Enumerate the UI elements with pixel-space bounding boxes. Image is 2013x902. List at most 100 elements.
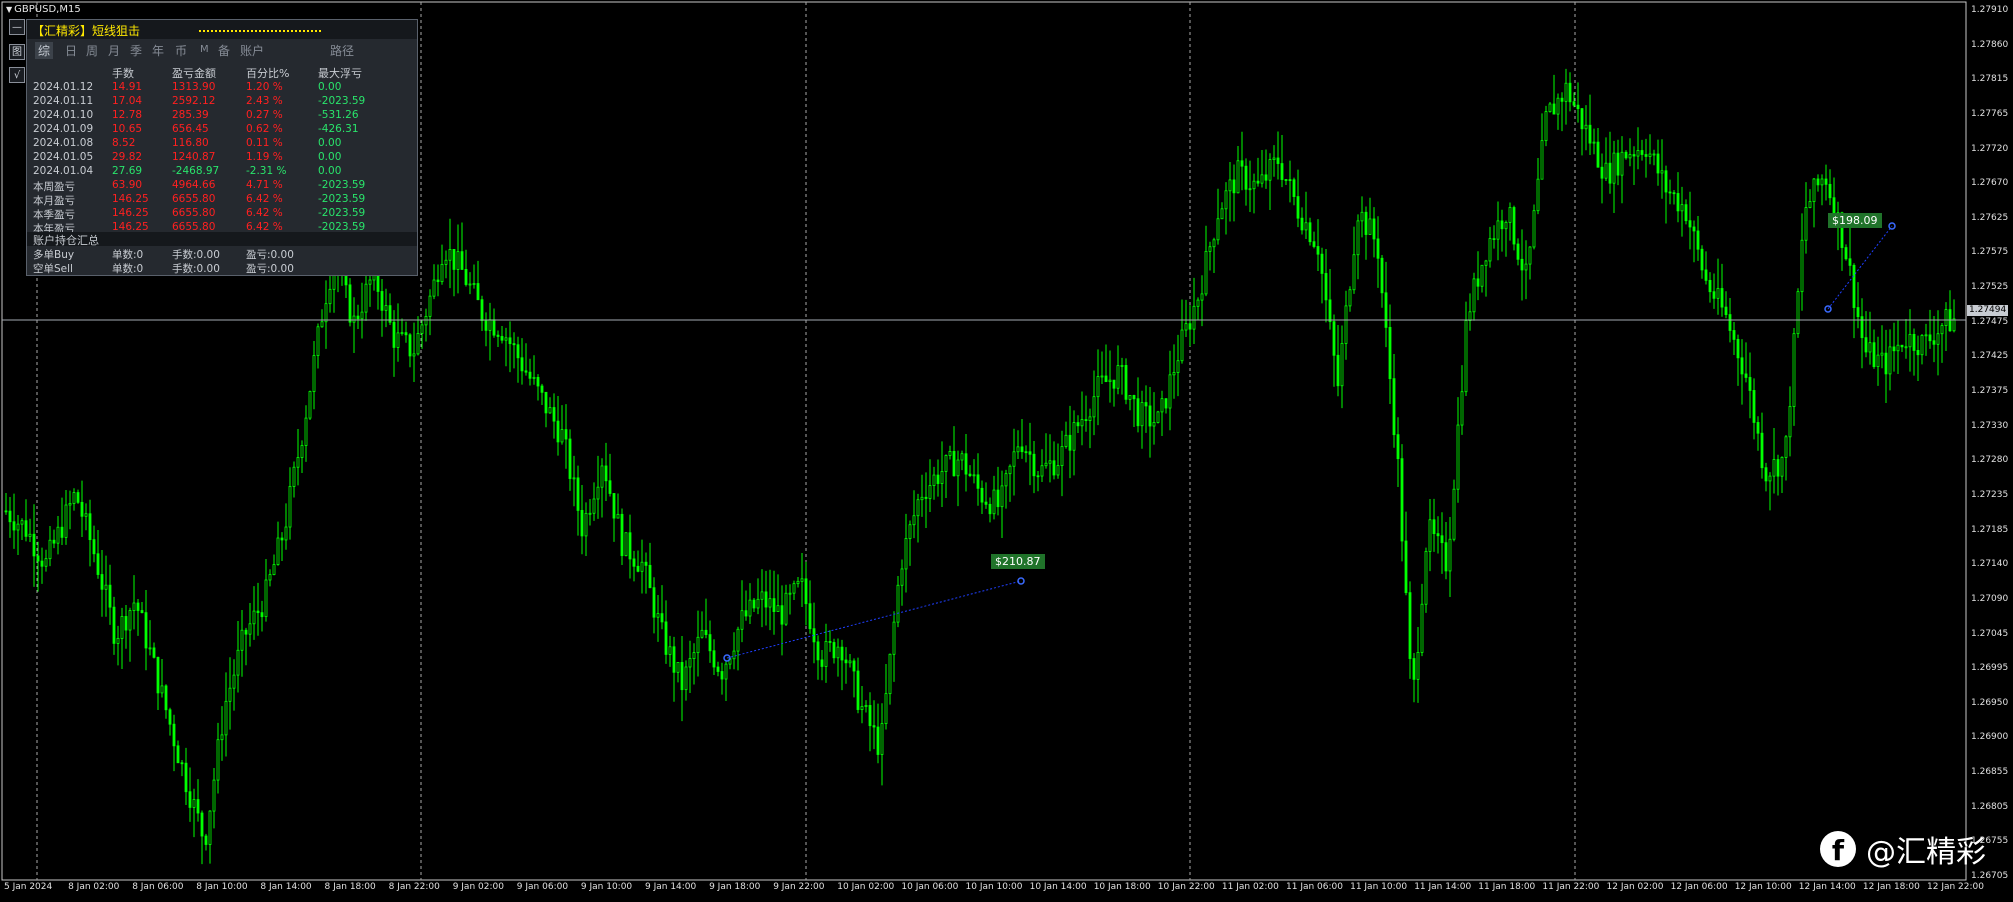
candle <box>844 647 848 684</box>
tab-summary[interactable]: 综 <box>35 42 54 59</box>
chart-panel-button[interactable]: 图 <box>9 44 25 60</box>
candle <box>356 304 360 330</box>
candle <box>132 575 136 630</box>
candle <box>432 264 436 300</box>
tab-month[interactable]: 月 <box>108 42 120 59</box>
tab-account[interactable]: 账户 <box>240 42 264 59</box>
candle-body <box>348 284 352 323</box>
trade-profit-label[interactable]: $198.09 <box>1828 213 1882 228</box>
position-side: 空单Sell <box>33 263 73 275</box>
row-pct: 1.20 % <box>246 81 283 93</box>
time-tick-label: 8 Jan 02:00 <box>68 882 120 892</box>
candle-body <box>1720 288 1724 308</box>
candle <box>524 343 528 376</box>
symbol-title: ▼ GBPUSD,M15 <box>6 4 81 15</box>
candle-body <box>892 621 896 655</box>
candle <box>1136 377 1140 433</box>
candle-body <box>808 603 812 630</box>
collapse-arrow-icon[interactable]: ▼ <box>6 5 12 14</box>
tab-backup[interactable]: 备 <box>218 42 230 59</box>
tab-quarter[interactable]: 季 <box>130 42 142 59</box>
candle <box>1272 145 1276 177</box>
candle <box>476 260 480 301</box>
minimize-panel-button[interactable]: — <box>9 19 25 35</box>
candle <box>536 374 540 401</box>
candle-body <box>1236 160 1240 194</box>
candle-body <box>1504 221 1508 230</box>
trade-profit-label[interactable]: $210.87 <box>991 554 1045 569</box>
candle-body <box>668 646 672 655</box>
row-pct: 6.42 % <box>246 193 283 205</box>
candle <box>208 810 212 864</box>
candle-body <box>1196 299 1200 307</box>
candle-body <box>408 334 412 357</box>
candle <box>676 662 680 683</box>
watermark-text: @汇精彩 <box>1866 835 1986 870</box>
candle-body <box>1592 141 1596 144</box>
time-axis[interactable]: 5 Jan 2024 8 Jan 02:00 8 Jan 06:00 8 Jan 10… <box>0 882 1984 900</box>
candle <box>764 570 768 626</box>
candle-body <box>684 666 688 691</box>
candle <box>240 609 244 677</box>
row-label: 2024.01.08 <box>33 137 94 149</box>
candle-body <box>1484 260 1488 266</box>
candle <box>136 599 140 636</box>
tab-week[interactable]: 周 <box>86 42 98 59</box>
candle <box>512 332 516 369</box>
candle-body <box>1800 239 1804 293</box>
candle-body <box>1020 446 1024 453</box>
candle-body <box>32 533 36 557</box>
candle-body <box>1048 460 1052 464</box>
time-tick-label: 8 Jan 18:00 <box>324 882 376 892</box>
candle <box>988 497 992 523</box>
time-tick-label: 10 Jan 14:00 <box>1029 882 1087 892</box>
candle-body <box>1640 150 1644 155</box>
candle-body <box>1432 519 1436 535</box>
candle-body <box>1468 311 1472 321</box>
price-tick-label: 1.27375 <box>1971 386 2009 397</box>
candle <box>1420 583 1424 657</box>
candle-body <box>1792 333 1796 407</box>
candle <box>1732 321 1736 355</box>
candle <box>248 602 252 647</box>
candle-body <box>160 685 164 694</box>
candle <box>1928 309 1932 349</box>
panel-title-bar[interactable]: 【汇精彩】短线狙击 <box>27 20 417 39</box>
candle <box>684 660 688 701</box>
tab-currency[interactable]: 币 <box>175 42 187 59</box>
candle-body <box>952 451 956 477</box>
price-axis[interactable]: 1.27910 1.27860 1.27815 1.27765 1.27720 1.276… <box>1966 0 2013 881</box>
candle-body <box>1168 374 1172 409</box>
candle <box>308 390 312 421</box>
candle-body <box>148 647 152 650</box>
candle <box>1880 325 1884 369</box>
candle-body <box>1188 323 1192 330</box>
candle <box>1800 213 1804 311</box>
candle-body <box>232 674 236 689</box>
candle-body <box>1040 465 1044 477</box>
candle <box>108 564 112 625</box>
candle <box>848 654 852 668</box>
candle-body <box>316 326 320 356</box>
candle <box>1348 286 1352 312</box>
candle-body <box>824 641 828 667</box>
candle-body <box>1024 451 1028 454</box>
candle <box>1388 304 1392 404</box>
tab-year[interactable]: 年 <box>152 42 164 59</box>
candle <box>1264 149 1268 189</box>
tab-m[interactable]: M <box>200 44 209 55</box>
check-panel-button[interactable]: √ <box>9 67 25 83</box>
tab-path[interactable]: 路径 <box>330 42 354 59</box>
candle-body <box>1428 519 1432 552</box>
stats-panel: 【汇精彩】短线狙击 综 日 周 月 季 年 币 M 备 账户 路径 手数 盈亏金… <box>26 19 418 276</box>
candle-body <box>1704 269 1708 281</box>
candle-body <box>1204 250 1208 295</box>
candle <box>1092 370 1096 436</box>
candle <box>756 578 760 615</box>
candle-body <box>364 283 368 313</box>
candle-body <box>1176 360 1180 373</box>
candle <box>1560 92 1564 132</box>
candle-body <box>1404 540 1408 594</box>
tab-day[interactable]: 日 <box>65 42 77 59</box>
candle <box>1776 454 1780 496</box>
